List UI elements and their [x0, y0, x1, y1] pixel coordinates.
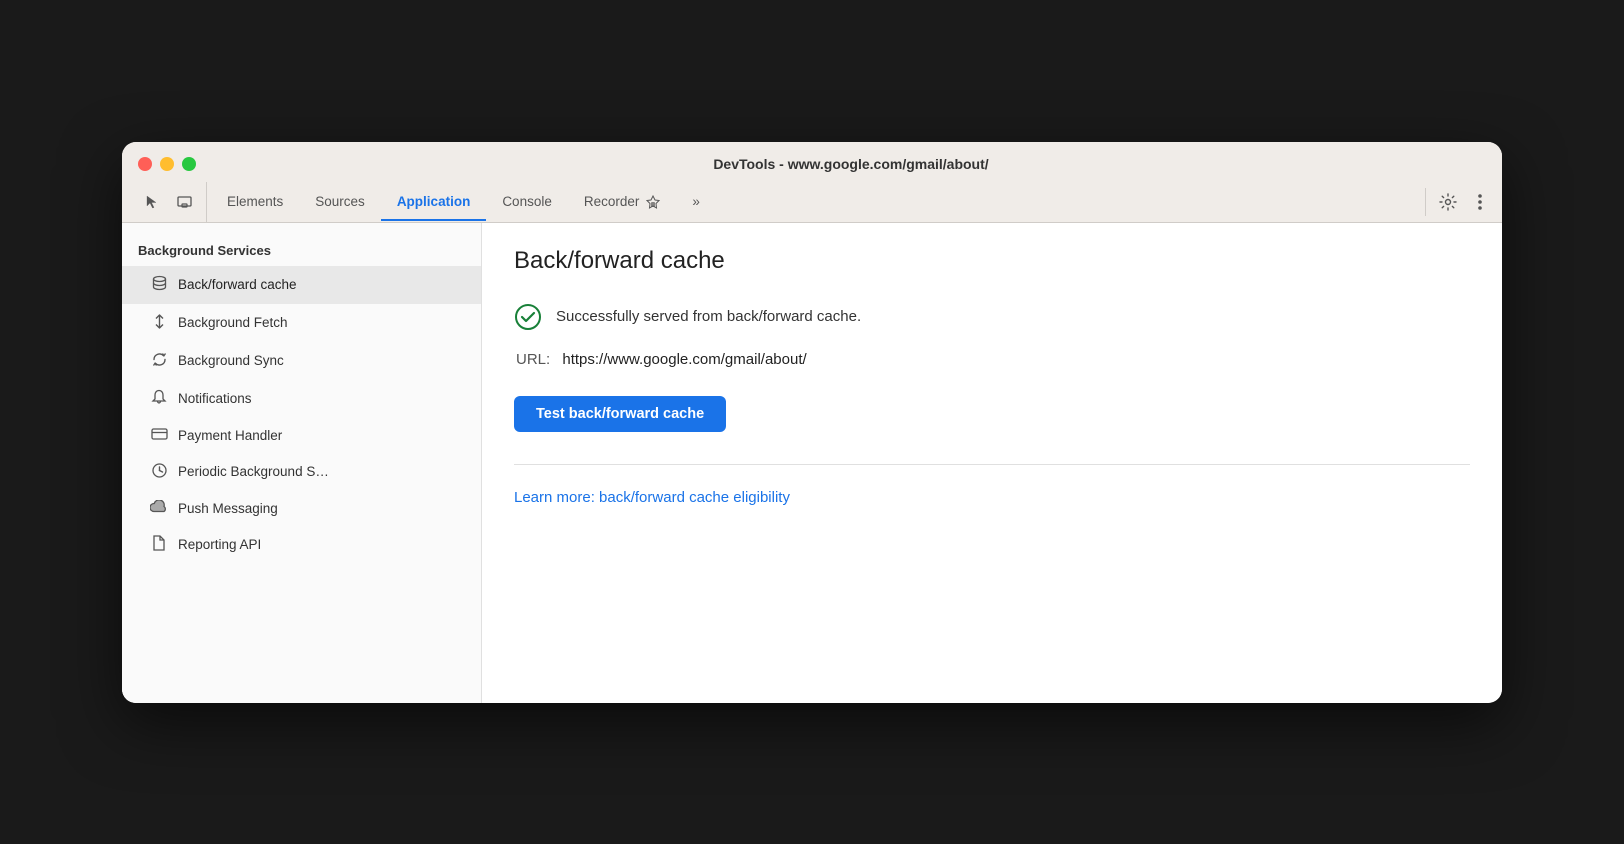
responsive-icon[interactable] — [170, 188, 198, 216]
url-label: URL: — [516, 351, 550, 368]
sync-icon — [150, 351, 168, 371]
traffic-lights — [138, 157, 196, 171]
toolbar: Elements Sources Application Console Rec… — [122, 182, 1502, 223]
sidebar-item-push-messaging[interactable]: Push Messaging — [122, 491, 481, 526]
devtools-window: DevTools - www.google.com/gmail/about/ E… — [122, 142, 1502, 703]
sidebar-item-notifications[interactable]: Notifications — [122, 380, 481, 418]
success-icon — [514, 303, 542, 331]
sidebar-item-label: Back/forward cache — [178, 277, 297, 292]
tab-elements[interactable]: Elements — [211, 184, 299, 221]
cloud-icon — [150, 500, 168, 517]
minimize-button[interactable] — [160, 157, 174, 171]
toolbar-icon-group — [130, 182, 207, 222]
title-bar: DevTools - www.google.com/gmail/about/ — [122, 142, 1502, 182]
document-icon — [150, 535, 168, 555]
sidebar-item-background-fetch[interactable]: Background Fetch — [122, 304, 481, 342]
sidebar-item-label: Background Fetch — [178, 315, 288, 330]
tab-recorder[interactable]: Recorder — [568, 184, 677, 221]
more-options-icon[interactable] — [1466, 188, 1494, 216]
window-title: DevTools - www.google.com/gmail/about/ — [216, 156, 1486, 172]
sidebar-item-reporting-api[interactable]: Reporting API — [122, 526, 481, 564]
sidebar-item-back-forward-cache[interactable]: Back/forward cache — [122, 266, 481, 304]
tab-application[interactable]: Application — [381, 184, 487, 221]
tabs-container: Elements Sources Application Console Rec… — [211, 183, 1425, 220]
sidebar-item-label: Periodic Background S… — [178, 464, 329, 479]
url-value: https://www.google.com/gmail/about/ — [562, 351, 806, 368]
tab-console[interactable]: Console — [486, 184, 568, 221]
sidebar-item-label: Reporting API — [178, 537, 261, 552]
status-text: Successfully served from back/forward ca… — [556, 308, 861, 325]
sidebar-item-label: Push Messaging — [178, 501, 278, 516]
content-title: Back/forward cache — [514, 247, 1470, 275]
maximize-button[interactable] — [182, 157, 196, 171]
url-row: URL: https://www.google.com/gmail/about/ — [514, 351, 1470, 368]
toolbar-right — [1425, 188, 1494, 216]
sidebar-item-payment-handler[interactable]: Payment Handler — [122, 418, 481, 453]
settings-icon[interactable] — [1434, 188, 1462, 216]
card-icon — [150, 427, 168, 444]
tab-sources[interactable]: Sources — [299, 184, 381, 221]
divider — [514, 464, 1470, 465]
sidebar-item-background-sync[interactable]: Background Sync — [122, 342, 481, 380]
close-button[interactable] — [138, 157, 152, 171]
learn-more-link[interactable]: Learn more: back/forward cache eligibili… — [514, 489, 790, 506]
sidebar-item-label: Background Sync — [178, 353, 284, 368]
sidebar-section-title: Background Services — [122, 239, 481, 266]
sidebar-item-label: Payment Handler — [178, 428, 282, 443]
content-panel: Back/forward cache Successfully served f… — [482, 223, 1502, 703]
clock-icon — [150, 462, 168, 482]
test-button[interactable]: Test back/forward cache — [514, 396, 726, 432]
arrows-icon — [150, 313, 168, 333]
tab-more[interactable]: » — [676, 184, 716, 221]
bell-icon — [150, 389, 168, 409]
db-icon — [150, 275, 168, 295]
cursor-icon[interactable] — [138, 188, 166, 216]
status-row: Successfully served from back/forward ca… — [514, 303, 1470, 331]
sidebar: Background Services Back/forward cache — [122, 223, 482, 703]
sidebar-item-label: Notifications — [178, 391, 252, 406]
sidebar-item-periodic-background-sync[interactable]: Periodic Background S… — [122, 453, 481, 491]
main-content: Background Services Back/forward cache — [122, 223, 1502, 703]
